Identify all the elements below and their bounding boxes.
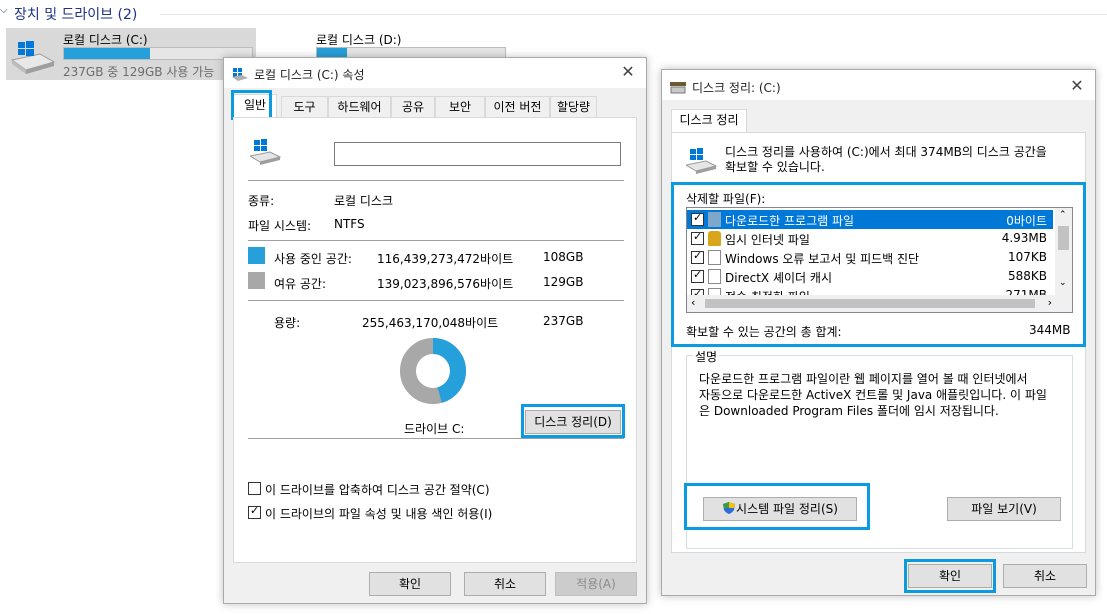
properties-ok-button[interactable]: 확인 bbox=[369, 572, 451, 596]
usage-donut-chart bbox=[400, 338, 466, 404]
type-value: 로컬 디스크 bbox=[334, 194, 394, 208]
cleanup-title: 디스크 정리: (C:) bbox=[692, 81, 781, 95]
free-label: 여유 공간: bbox=[274, 277, 327, 291]
drive-c-info: 237GB 중 129GB 사용 가능 bbox=[63, 65, 215, 79]
drive-icon bbox=[10, 41, 56, 74]
cleanup-cancel-button[interactable]: 취소 bbox=[1003, 564, 1087, 588]
compress-checkbox[interactable] bbox=[248, 482, 261, 495]
drive-c-tile[interactable]: 로컬 디스크 (C:) 237GB 중 129GB 사용 가능 bbox=[6, 28, 256, 80]
properties-apply-button[interactable]: 적용(A) bbox=[555, 572, 637, 596]
properties-cancel-button[interactable]: 취소 bbox=[464, 572, 546, 596]
capacity-label: 용량: bbox=[274, 316, 301, 330]
used-color-swatch bbox=[248, 247, 265, 264]
disk-cleanup-icon bbox=[670, 82, 686, 94]
tab-disk-cleanup[interactable]: 디스크 정리 bbox=[671, 109, 747, 133]
tab-sharing[interactable]: 공유 bbox=[391, 96, 435, 118]
drive-c-name: 로컬 디스크 (C:) bbox=[63, 33, 148, 47]
description-line-1: 다운로드한 프로그램 파일이란 웹 페이지를 열어 볼 때 인터넷에서 bbox=[699, 372, 1028, 386]
free-bytes: 139,023,896,576바이트 bbox=[377, 277, 514, 291]
capacity-bytes: 255,463,170,048바이트 bbox=[362, 316, 499, 330]
fs-label: 파일 시스템: bbox=[248, 219, 312, 233]
section-divider bbox=[160, 14, 1107, 15]
chevron-down-icon[interactable]: ⌵ bbox=[0, 5, 8, 16]
index-checkbox[interactable] bbox=[248, 504, 261, 519]
used-gb: 108GB bbox=[543, 250, 584, 264]
drive-letter-label: 드라이브 C: bbox=[404, 422, 465, 436]
divider bbox=[248, 240, 624, 241]
properties-title: 로컬 디스크 (C:) 속성 bbox=[254, 68, 365, 82]
used-bytes: 116,439,273,472바이트 bbox=[377, 252, 514, 266]
divider bbox=[248, 438, 624, 439]
divider bbox=[248, 300, 624, 301]
free-gb: 129GB bbox=[543, 275, 584, 289]
close-icon[interactable]: ✕ bbox=[1069, 76, 1085, 95]
tab-hardware[interactable]: 하드웨어 bbox=[328, 96, 391, 118]
disk-cleanup-dialog: 디스크 정리: (C:) ✕ 디스크 정리 디스크 정리를 사용하여 (C:)에… bbox=[661, 69, 1096, 596]
drive-icon bbox=[250, 139, 282, 165]
description-line-3: 은 Downloaded Program Files 폴더에 임시 저장됩니다. bbox=[699, 404, 999, 418]
free-color-swatch bbox=[248, 272, 265, 289]
highlight-box bbox=[671, 182, 1086, 347]
highlight-box bbox=[521, 404, 625, 438]
drive-c-usage-fill bbox=[64, 48, 151, 59]
index-label[interactable]: 이 드라이브의 파일 속성 및 내용 색인 허용(I) bbox=[265, 505, 492, 522]
properties-dialog: 로컬 디스크 (C:) 속성 ✕ 일반 도구 하드웨어 공유 보안 이전 버전 … bbox=[223, 57, 647, 604]
drive-icon bbox=[686, 148, 718, 174]
type-label: 종류: bbox=[248, 194, 275, 208]
fs-value: NTFS bbox=[334, 217, 365, 231]
used-label: 사용 중인 공간: bbox=[274, 252, 352, 266]
drive-d-name: 로컬 디스크 (D:) bbox=[316, 33, 402, 47]
tab-previous-versions[interactable]: 이전 버전 bbox=[485, 96, 550, 118]
tab-security[interactable]: 보안 bbox=[435, 96, 485, 118]
highlight-box bbox=[231, 90, 272, 120]
intro-line-2: 확보할 수 있습니다. bbox=[725, 160, 825, 174]
tab-quota[interactable]: 할당량 bbox=[550, 96, 597, 118]
highlight-box bbox=[684, 483, 870, 530]
drive-icon bbox=[232, 68, 248, 81]
compress-label[interactable]: 이 드라이브를 압축하여 디스크 공간 절약(C) bbox=[265, 481, 490, 498]
description-legend: 설명 bbox=[693, 348, 720, 365]
capacity-gb: 237GB bbox=[543, 314, 584, 328]
drive-label-input[interactable] bbox=[334, 142, 621, 166]
general-panel: 종류: 로컬 디스크 파일 시스템: NTFS 사용 중인 공간: 116,43… bbox=[233, 117, 637, 563]
highlight-box bbox=[904, 559, 996, 593]
section-title[interactable]: 장치 및 드라이브 (2) bbox=[14, 4, 137, 24]
view-files-button[interactable]: 파일 보기(V) bbox=[947, 497, 1061, 521]
divider bbox=[248, 180, 624, 181]
cleanup-titlebar[interactable]: 디스크 정리: (C:) ✕ bbox=[662, 70, 1095, 100]
properties-titlebar[interactable]: 로컬 디스크 (C:) 속성 ✕ bbox=[224, 58, 646, 88]
close-icon[interactable]: ✕ bbox=[620, 62, 636, 81]
description-line-2: 자동으로 다운로드한 ActiveX 컨트롤 및 Java 애플릿입니다. 이 … bbox=[699, 388, 1047, 402]
tab-tools[interactable]: 도구 bbox=[281, 96, 328, 118]
